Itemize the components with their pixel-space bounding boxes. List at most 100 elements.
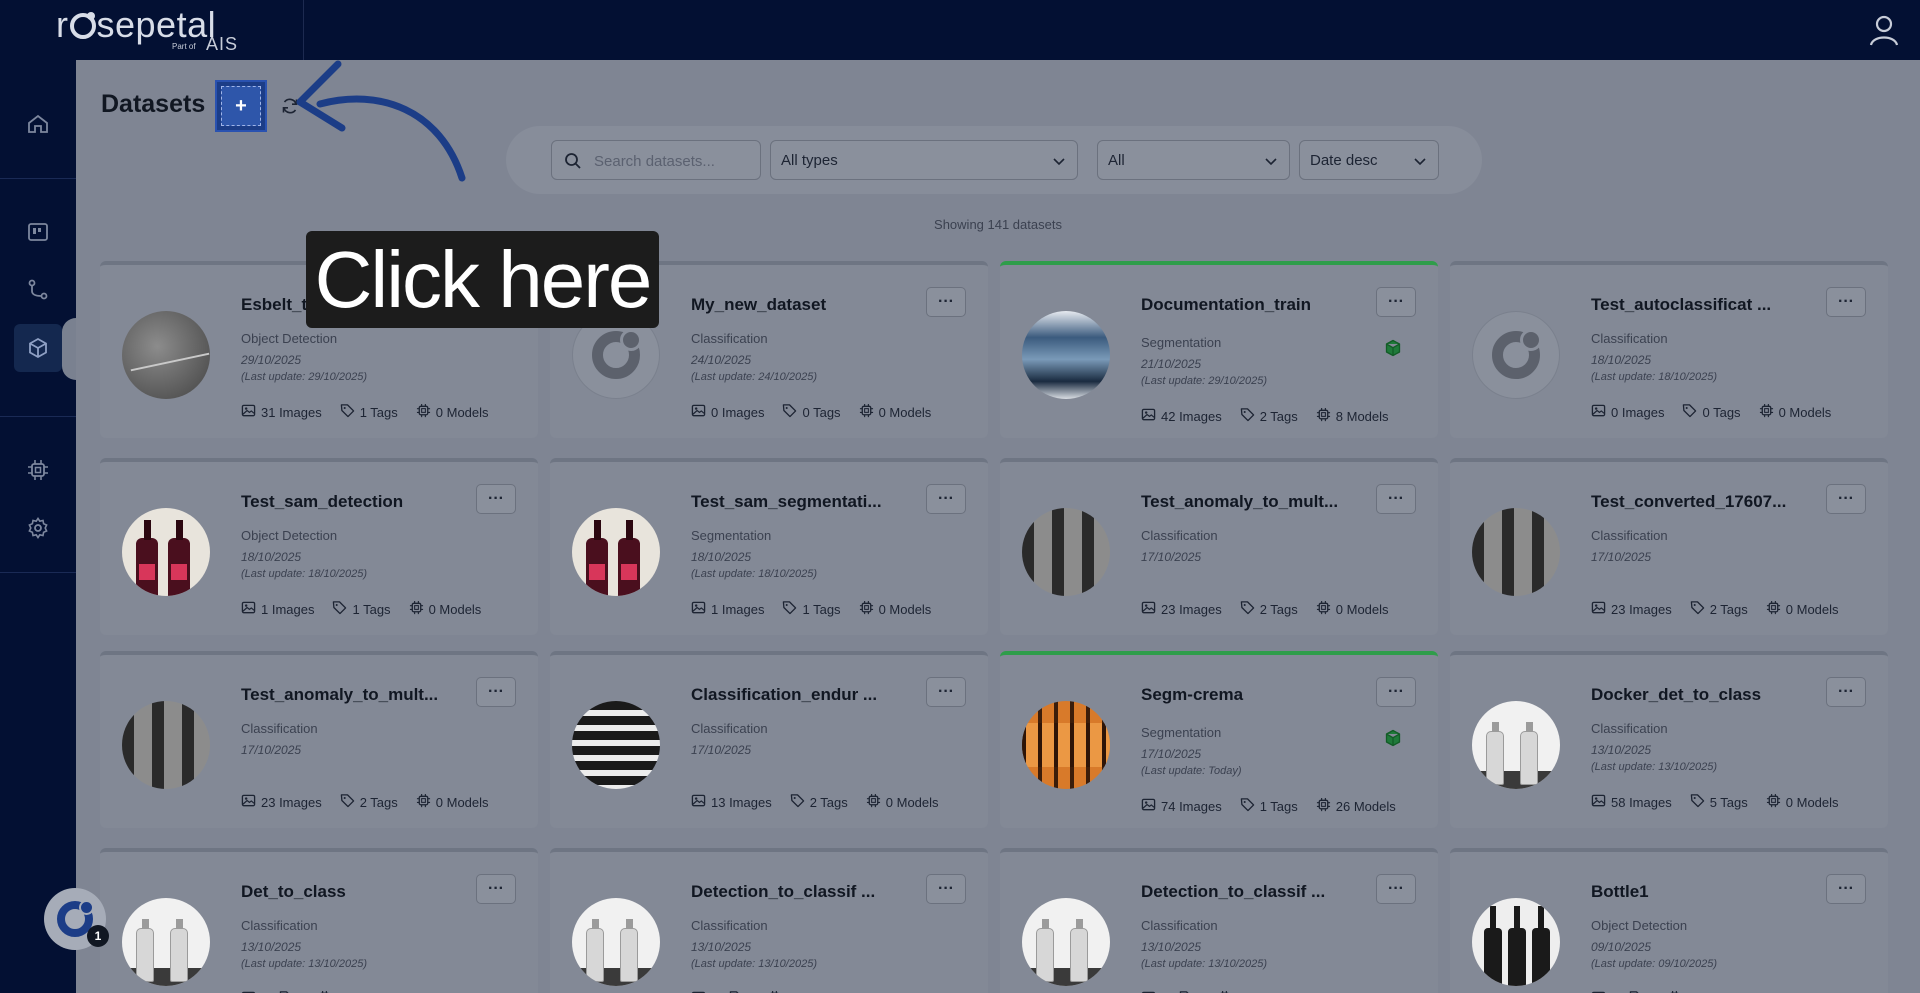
add-plus-icon: +: [221, 86, 261, 126]
dataset-stats: 31 Images 1 Tags 0 Models: [241, 403, 489, 421]
image-count-label: 23 Images: [261, 794, 322, 810]
dataset-name[interactable]: My_new_dataset: [691, 295, 826, 315]
dataset-date: 13/10/2025: [691, 940, 752, 954]
type-select[interactable]: All types: [770, 140, 1078, 180]
tutorial-tooltip: Click here: [306, 231, 659, 328]
datasets-cube-icon[interactable]: [14, 324, 62, 372]
dataset-card[interactable]: Segm-crema ··· Segmentation 17/10/2025 (Last…: [1000, 651, 1438, 828]
dataset-card[interactable]: Classification_endur ... ··· Classificatio…: [550, 651, 988, 828]
dataset-thumbnail: [122, 701, 210, 789]
chip-icon: [859, 600, 874, 618]
dataset-menu-button[interactable]: ···: [1826, 677, 1866, 707]
image-icon: [691, 793, 706, 811]
dataset-menu-button[interactable]: ···: [1376, 874, 1416, 904]
tag-count: 0 Tags: [1682, 403, 1741, 421]
tag-count-label: 0 Tags: [802, 404, 841, 420]
dataset-type: Classification: [691, 721, 768, 736]
chip-icon: [866, 793, 881, 811]
tag-icon: [1690, 793, 1705, 811]
chevron-down-icon: [1053, 158, 1065, 166]
dataset-type: Classification: [1141, 918, 1218, 933]
dataset-card[interactable]: Detection_to_classif ... ··· Classificatio…: [1000, 848, 1438, 993]
search-box[interactable]: Search datasets...: [551, 140, 761, 180]
dataset-menu-button[interactable]: ···: [1376, 677, 1416, 707]
dataset-card[interactable]: Test_sam_detection ··· Object Detection 18/…: [100, 458, 538, 635]
dataset-menu-button[interactable]: ···: [1376, 287, 1416, 317]
dataset-name[interactable]: Detection_to_classif ...: [1141, 882, 1325, 902]
settings-gear-icon[interactable]: [14, 504, 62, 552]
dataset-menu-button[interactable]: ···: [476, 677, 516, 707]
dataset-card[interactable]: Test_converted_17607... ··· Classification…: [1450, 458, 1888, 635]
user-profile-icon[interactable]: [1866, 12, 1902, 48]
dataset-card[interactable]: Test_anomaly_to_mult... ··· Classification…: [1000, 458, 1438, 635]
home-icon[interactable]: [14, 100, 62, 148]
dataset-card[interactable]: Test_autoclassificat ... ··· Classificatio…: [1450, 261, 1888, 438]
dataset-menu-button[interactable]: ···: [926, 874, 966, 904]
pipeline-icon[interactable]: [14, 266, 62, 314]
dataset-type: Classification: [241, 721, 318, 736]
refresh-button[interactable]: [272, 88, 308, 124]
search-input[interactable]: Search datasets...: [594, 153, 715, 170]
add-dataset-button[interactable]: +: [215, 80, 267, 132]
dataset-menu-button[interactable]: ···: [926, 287, 966, 317]
dataset-name[interactable]: Detection_to_classif ...: [691, 882, 875, 902]
sidebar-divider: [0, 178, 76, 179]
dataset-name[interactable]: Docker_det_to_class: [1591, 685, 1761, 705]
dataset-menu-button[interactable]: ···: [476, 484, 516, 514]
image-count-label: 58 Images: [1611, 794, 1672, 810]
rosepetal-logo[interactable]: r sepetal Part of AIS: [56, 4, 237, 56]
dataset-menu-button[interactable]: ···: [926, 484, 966, 514]
tag-count: 1 Tags: [340, 403, 398, 421]
dataset-menu-button[interactable]: ···: [1826, 484, 1866, 514]
model-count: 0 Models: [1766, 793, 1839, 811]
chip-icon[interactable]: [14, 446, 62, 494]
dataset-name[interactable]: Bottle1: [1591, 882, 1649, 902]
dataset-name[interactable]: Test_anomaly_to_mult...: [241, 685, 438, 705]
dataset-name[interactable]: Test_sam_segmentati...: [691, 492, 882, 512]
dataset-card[interactable]: Documentation_train ··· Segmentation 21/10/…: [1000, 261, 1438, 438]
dataset-type: Object Detection: [241, 331, 338, 346]
image-count-label: 0 Images: [1611, 404, 1665, 420]
image-icon: [691, 403, 706, 421]
dataset-card[interactable]: Bottle1 ··· Object Detection 09/10/2025 (Las…: [1450, 848, 1888, 993]
top-bar: r sepetal Part of AIS: [0, 0, 1920, 60]
dataset-card[interactable]: Test_anomaly_to_mult... ··· Classification…: [100, 651, 538, 828]
dataset-last-update: (Last update: Today): [1141, 765, 1242, 777]
model-count: 0 Models: [859, 403, 931, 421]
dataset-stats: 23 Images 2 Tags 0 Models: [1141, 600, 1389, 618]
dataset-date: 29/10/2025: [241, 353, 302, 367]
dataset-name[interactable]: Test_converted_17607...: [1591, 492, 1786, 512]
dataset-name[interactable]: Test_autoclassificat ...: [1591, 295, 1771, 315]
status-select[interactable]: All: [1097, 140, 1290, 180]
dataset-date: 17/10/2025: [1591, 550, 1652, 564]
dataset-name[interactable]: Test_sam_detection: [241, 492, 403, 512]
dataset-menu-button[interactable]: ···: [926, 677, 966, 707]
dataset-menu-button[interactable]: ···: [1826, 287, 1866, 317]
dataset-date: 17/10/2025: [1141, 747, 1202, 761]
dataset-menu-button[interactable]: ···: [1826, 874, 1866, 904]
dataset-card[interactable]: Docker_det_to_class ··· Classification 13/1…: [1450, 651, 1888, 828]
dataset-card[interactable]: Test_sam_segmentati... ··· Segmentation 18/…: [550, 458, 988, 635]
dataset-type: Classification: [1141, 528, 1218, 543]
dataset-name[interactable]: Det_to_class: [241, 882, 346, 902]
sort-select[interactable]: Date desc: [1299, 140, 1439, 180]
dataset-type: Classification: [1591, 331, 1668, 346]
dataset-name[interactable]: Classification_endur ...: [691, 685, 877, 705]
tag-count-label: 1 Tags: [359, 404, 398, 420]
board-icon[interactable]: [14, 208, 62, 256]
dataset-menu-button[interactable]: ···: [476, 874, 516, 904]
tag-count-label: 2 Tags: [1259, 601, 1298, 617]
dataset-type: Classification: [1591, 528, 1668, 543]
dataset-name[interactable]: Segm-crema: [1141, 685, 1243, 705]
dataset-card[interactable]: Detection_to_classif ... ··· Classificatio…: [550, 848, 988, 993]
dataset-menu-button[interactable]: ···: [1376, 484, 1416, 514]
dataset-type: Classification: [241, 918, 318, 933]
dataset-name[interactable]: Documentation_train: [1141, 295, 1311, 315]
dataset-name[interactable]: Test_anomaly_to_mult...: [1141, 492, 1338, 512]
dataset-stats: 0 Images 0 Tags 0 Models: [691, 403, 931, 421]
dataset-card[interactable]: Det_to_class ··· Classification 13/10/2025 (…: [100, 848, 538, 993]
tag-icon: [1690, 600, 1705, 618]
dataset-last-update: (Last update: 13/10/2025): [1591, 761, 1717, 773]
notification-badge: 1: [87, 925, 109, 947]
model-count-label: 0 Models: [1785, 601, 1839, 617]
